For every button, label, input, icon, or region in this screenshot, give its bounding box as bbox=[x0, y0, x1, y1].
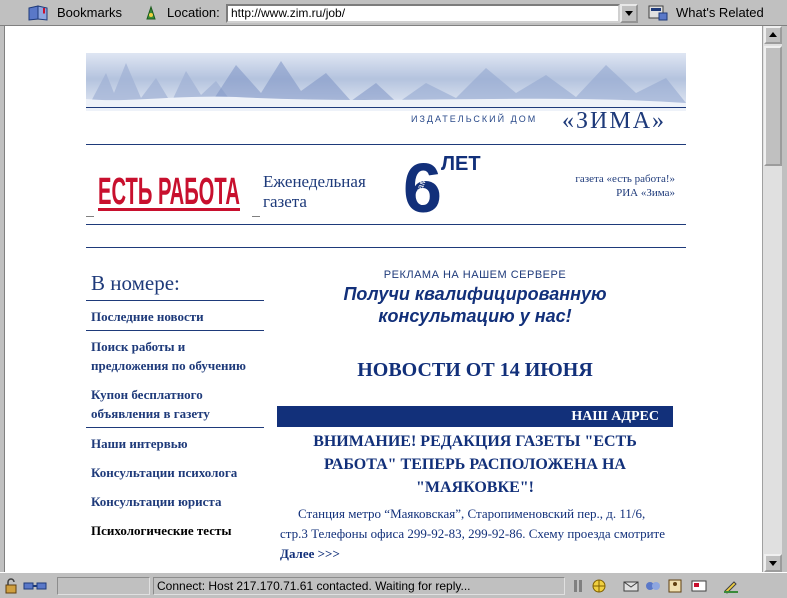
ad-label: РЕКЛАМА НА НАШЕМ СЕРВЕРЕ bbox=[383, 269, 567, 281]
vertical-scrollbar[interactable] bbox=[762, 26, 782, 572]
status-bar: Connect: Host 217.170.71.61 contacted. W… bbox=[0, 572, 787, 598]
whats-related-button[interactable]: What's Related bbox=[676, 4, 764, 22]
sidebar: В номере: Последние новости Поиск работы… bbox=[86, 271, 264, 544]
connection-plug-icon bbox=[23, 582, 47, 590]
frost-banner-image bbox=[86, 61, 686, 111]
navigator-icon[interactable] bbox=[590, 578, 608, 594]
sidebar-item-job-search[interactable]: Поиск работы и предложения по обучению bbox=[86, 331, 264, 379]
sidebar-item-interviews[interactable]: Наши интервью bbox=[86, 428, 264, 457]
address-section-bar: НАШ АДРЕС bbox=[277, 406, 673, 427]
attention-headline: ВНИМАНИЕ! РЕДАКЦИЯ ГАЗЕТЫ "ЕСТЬ РАБОТА" … bbox=[313, 433, 637, 496]
publisher-label: ИЗДАТЕЛЬСКИЙ ДОМ bbox=[411, 114, 538, 124]
main-content: РЕКЛАМА НА НАШЕМ СЕРВЕРЕ Получи квалифиц… bbox=[277, 266, 673, 564]
sidebar-item-free-ad-coupon[interactable]: Купон бесплатного объявления в газету bbox=[86, 379, 264, 428]
publisher-name: «ЗИМА» bbox=[562, 108, 667, 134]
url-input[interactable]: http://www.zim.ru/job/ bbox=[226, 4, 620, 23]
sidebar-item-latest-news[interactable]: Последние новости bbox=[86, 301, 264, 331]
header-rule-mid bbox=[86, 224, 686, 225]
mail-icon[interactable] bbox=[622, 578, 640, 594]
newsgroups-icon[interactable] bbox=[644, 578, 662, 594]
location-label: Location: bbox=[167, 5, 220, 20]
anniversary-label: ЛЕТ bbox=[441, 153, 481, 175]
scroll-down-button[interactable] bbox=[764, 554, 782, 572]
security-lock-icon[interactable] bbox=[4, 578, 18, 594]
paper-info: газета «есть работа!» РИА «Зима» bbox=[575, 173, 675, 199]
bookmarks-icon[interactable] bbox=[27, 5, 51, 21]
url-dropdown-button[interactable] bbox=[620, 4, 638, 23]
header-banner bbox=[86, 53, 686, 111]
progress-bar bbox=[57, 577, 150, 595]
news-title: НОВОСТИ ОТ 14 ИЮНЯ bbox=[357, 359, 593, 381]
sidebar-item-psych-tests[interactable]: Психологические тесты bbox=[86, 515, 264, 544]
header-rule-top bbox=[86, 144, 686, 145]
browser-toolbar: Bookmarks Location: http://www.zim.ru/jo… bbox=[0, 0, 787, 26]
bookmarks-button[interactable]: Bookmarks bbox=[57, 4, 122, 22]
header-rule-bottom bbox=[86, 247, 686, 248]
weekly-newspaper-caption: Еженедельная газета bbox=[263, 172, 366, 211]
sidebar-item-lawyer[interactable]: Консультации юриста bbox=[86, 486, 264, 515]
composer-icon[interactable] bbox=[690, 578, 708, 594]
whats-related-icon[interactable] bbox=[647, 4, 669, 22]
six-years-logo: 6 нам ЛЕТ bbox=[403, 149, 481, 214]
location-icon[interactable] bbox=[143, 5, 159, 21]
ad-slogan-link[interactable]: Получи квалифицированную консультацию у … bbox=[277, 283, 673, 327]
edit-pen-icon[interactable] bbox=[722, 578, 740, 594]
est-rabota-logo[interactable]: ЕСТЬ РАБОТА bbox=[86, 146, 261, 218]
component-bar-handle-icon[interactable] bbox=[572, 578, 590, 594]
sidebar-item-psychologist[interactable]: Консультации психолога bbox=[86, 457, 264, 486]
address-book-icon[interactable] bbox=[666, 578, 684, 594]
scroll-thumb[interactable] bbox=[764, 46, 782, 166]
page-viewport: ИЗДАТЕЛЬСКИЙ ДОМ «ЗИМА» ЕСТЬ РАБОТА Ежен… bbox=[4, 26, 762, 572]
address-text: Станция метро “Маяковская”, Старопименов… bbox=[280, 506, 665, 561]
scroll-up-button[interactable] bbox=[764, 26, 782, 44]
logo-text: ЕСТЬ РАБОТА bbox=[98, 171, 240, 213]
sidebar-title: В номере: bbox=[86, 271, 264, 301]
more-link[interactable]: Далее >>> bbox=[280, 546, 340, 561]
status-text: Connect: Host 217.170.71.61 contacted. W… bbox=[153, 577, 565, 595]
